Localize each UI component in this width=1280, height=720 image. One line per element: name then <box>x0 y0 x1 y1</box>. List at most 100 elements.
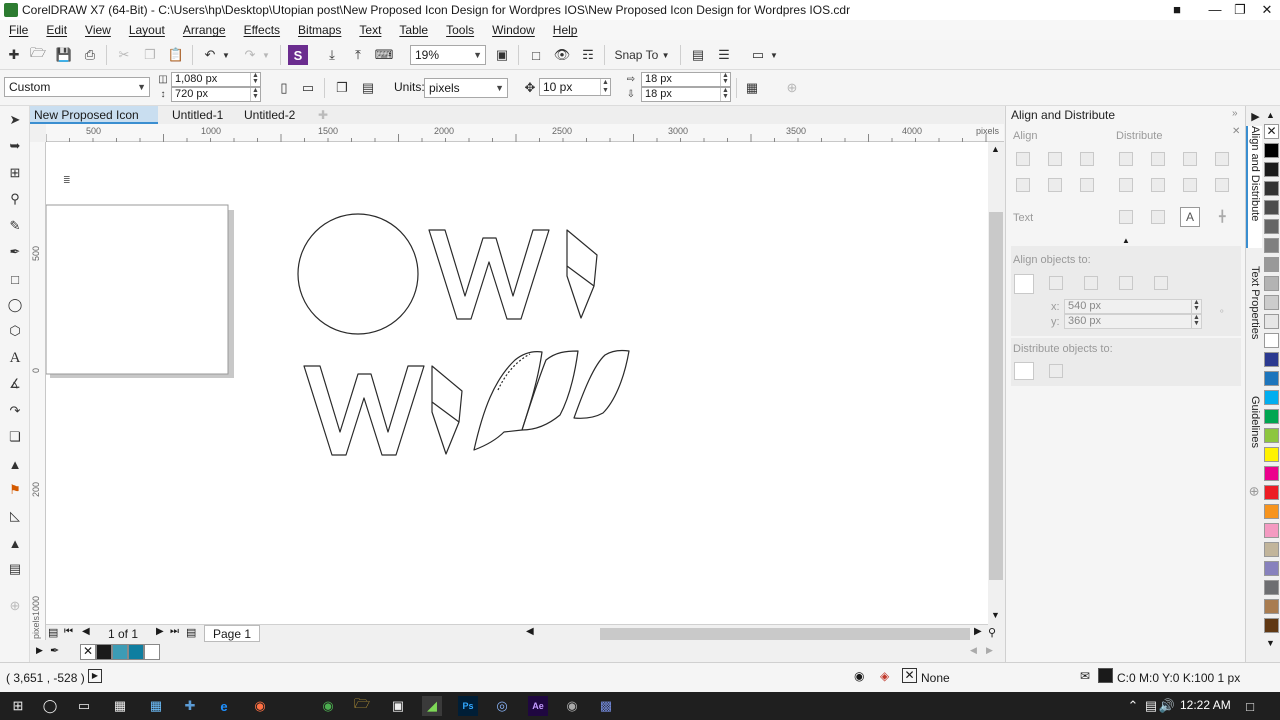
drawing-canvas[interactable]: ≣ <box>45 142 988 624</box>
prev-page-icon[interactable]: ◀ <box>82 626 90 637</box>
paste-icon[interactable]: 📋 <box>166 45 186 65</box>
file-explorer-icon[interactable]: 🗁 <box>352 696 372 716</box>
palette-swatch[interactable] <box>1264 333 1279 348</box>
distribute-spacing-h-icon[interactable] <box>1215 152 1229 166</box>
zoom-level-combo[interactable]: 19% ▼ <box>410 45 486 65</box>
pick-tool-icon[interactable]: ➤ <box>5 110 25 130</box>
volume-icon[interactable]: 🔊 <box>1159 696 1175 716</box>
menu-window[interactable]: Window <box>483 23 544 37</box>
palette-swatch[interactable] <box>1264 485 1279 500</box>
new-document-icon[interactable]: ✚ <box>4 45 24 65</box>
collapse-section-icon[interactable]: ▲ <box>1122 236 1130 245</box>
connector-tool-icon[interactable]: ↷ <box>5 401 25 421</box>
menu-bitmaps[interactable]: Bitmaps <box>289 23 350 37</box>
palette-swatch[interactable] <box>1264 542 1279 557</box>
palette-scroll-right-icon[interactable]: ▶ <box>986 645 993 656</box>
app-icon[interactable]: ▣ <box>388 696 408 716</box>
discord-icon[interactable]: ▩ <box>596 696 616 716</box>
view-icon[interactable]: 👁 <box>552 45 572 65</box>
guidelines-icon[interactable]: ☶ <box>578 45 598 65</box>
paint-icon[interactable]: ▦ <box>146 696 166 716</box>
vertical-scrollbar[interactable]: ▲ ▼ <box>988 142 1004 624</box>
distribute-to-selection-icon[interactable] <box>1014 362 1034 380</box>
add-tab-icon[interactable]: ✚ <box>314 106 332 124</box>
y-coordinate-input[interactable]: 360 px ▲ ▼ <box>1064 314 1202 329</box>
distribute-right-icon[interactable] <box>1183 152 1197 166</box>
menu-help[interactable]: Help <box>544 23 587 37</box>
add-tool-icon[interactable]: ⊕ <box>5 596 25 616</box>
palette-swatch[interactable] <box>1264 580 1279 595</box>
units-combo[interactable]: pixels ▼ <box>424 78 508 98</box>
scroll-down-icon[interactable]: ▼ <box>991 610 1000 620</box>
palette-swatch[interactable] <box>1264 371 1279 386</box>
text-first-baseline-icon[interactable] <box>1119 210 1133 224</box>
text-last-baseline-icon[interactable] <box>1151 210 1165 224</box>
transparency-icon[interactable]: ▲ <box>5 454 25 474</box>
crop-tool-icon[interactable]: ⊞ <box>5 163 25 183</box>
palette-swatch[interactable] <box>1264 618 1279 633</box>
search-icon[interactable]: ◯ <box>40 696 60 716</box>
align-top-icon[interactable] <box>1016 178 1030 192</box>
nib-shape-top[interactable] <box>566 229 598 319</box>
launcher-dropdown-icon[interactable]: ▼ <box>768 45 780 65</box>
edge-browser-icon[interactable]: e <box>214 696 234 716</box>
next-page-icon[interactable]: ▶ <box>156 626 164 637</box>
portrait-icon[interactable]: ▯ <box>274 78 294 98</box>
duplicate-y-input[interactable]: 18 px ▲ ▼ <box>641 87 731 102</box>
palette-up-icon[interactable]: ▲ <box>1266 110 1275 120</box>
menu-tools[interactable]: Tools <box>437 23 483 37</box>
horizontal-ruler[interactable]: 500 1000 1500 2000 2500 3000 3500 4000 p… <box>46 124 1004 142</box>
drop-shadow-icon[interactable]: ❏ <box>5 427 25 447</box>
menu-edit[interactable]: Edit <box>37 23 76 37</box>
horizontal-scroll-thumb[interactable] <box>600 628 970 640</box>
tray-arrow-icon[interactable]: ⌃ <box>1126 696 1140 716</box>
dimension-tool-icon[interactable]: ∡ <box>5 374 25 394</box>
restore-button[interactable]: ❐ <box>1225 0 1255 20</box>
add-toolbar-item-icon[interactable]: ⊕ <box>782 78 802 98</box>
current-page-icon[interactable]: ▤ <box>358 78 378 98</box>
palette-swatch[interactable] <box>1264 447 1279 462</box>
doc-color-swatch[interactable] <box>112 644 128 660</box>
palette-swatch[interactable] <box>1264 295 1279 310</box>
network-icon[interactable]: ▤ <box>1144 696 1158 716</box>
palette-scroll-left-icon[interactable]: ◀ <box>970 645 977 656</box>
cut-icon[interactable]: ✂ <box>114 45 134 65</box>
palette-swatch[interactable] <box>1264 219 1279 234</box>
x-coordinate-input[interactable]: 540 px ▲ ▼ <box>1064 299 1202 314</box>
tab-guidelines[interactable]: Guidelines <box>1246 396 1263 466</box>
palette-swatch[interactable] <box>1264 352 1279 367</box>
units-options-icon[interactable]: ▦ <box>742 78 762 98</box>
align-to-page-edge-icon[interactable] <box>1049 276 1063 290</box>
zoom-tool-icon[interactable]: ⚲ <box>5 189 25 209</box>
palette-eyedropper-icon[interactable]: ✒ <box>50 644 59 657</box>
media-player-icon[interactable]: ◉ <box>250 696 270 716</box>
artistic-media-icon[interactable]: ✒ <box>5 242 25 262</box>
vertical-scroll-thumb[interactable] <box>989 212 1003 580</box>
add-docker-icon[interactable]: ⊕ <box>1246 486 1263 506</box>
align-to-active-icon[interactable] <box>1014 274 1034 294</box>
application-launcher-icon[interactable]: ▭ <box>748 45 768 65</box>
page-tab[interactable]: Page 1 <box>204 625 261 642</box>
palette-swatch[interactable] <box>1264 181 1279 196</box>
text-outline-icon[interactable]: ╋ <box>1219 210 1233 224</box>
menu-effects[interactable]: Effects <box>235 23 289 37</box>
calculator-icon[interactable]: ▦ <box>110 696 130 716</box>
palette-swatch[interactable] <box>1264 599 1279 614</box>
palette-swatch[interactable] <box>1264 143 1279 158</box>
tab-align-distribute[interactable]: Align and Distribute <box>1246 126 1263 248</box>
redo-dropdown-icon[interactable]: ▼ <box>260 45 272 65</box>
palette-swatch[interactable] <box>1264 523 1279 538</box>
align-right-icon[interactable] <box>1080 152 1094 166</box>
store-icon[interactable]: ✚ <box>180 696 200 716</box>
text-bounding-box-icon[interactable]: A <box>1180 207 1200 227</box>
close-button[interactable]: ✕ <box>1252 0 1280 20</box>
landscape-icon[interactable]: ▭ <box>298 78 318 98</box>
palette-swatch[interactable] <box>1264 238 1279 253</box>
ruler-origin[interactable] <box>30 124 46 142</box>
tab-untitled-1[interactable]: Untitled-1 <box>168 106 227 124</box>
search-content-icon[interactable]: S <box>288 45 308 65</box>
smart-fill-icon[interactable]: ▲ <box>5 533 25 553</box>
align-left-icon[interactable] <box>1016 152 1030 166</box>
copy-icon[interactable]: ❐ <box>140 45 160 65</box>
palette-swatch[interactable] <box>1264 314 1279 329</box>
